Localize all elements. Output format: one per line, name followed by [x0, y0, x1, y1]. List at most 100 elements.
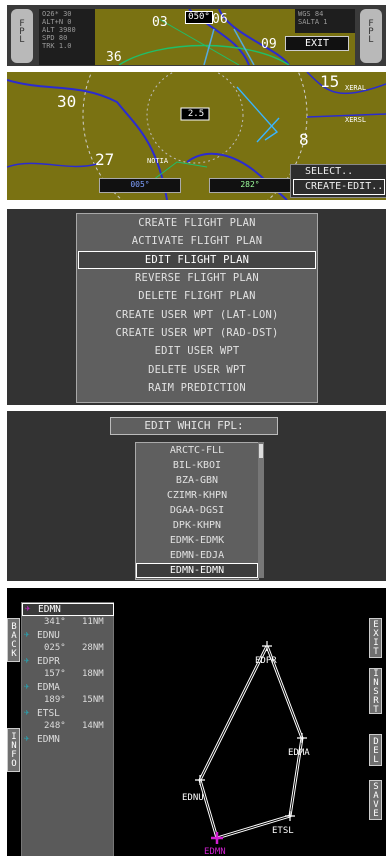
fpl-item[interactable]: ARCTC-FLL [136, 443, 258, 458]
route-editor: BACK INFO EXIT INSRT DEL SAVE ✈ EDMN 341… [7, 588, 386, 856]
menu-select[interactable]: SELECT.. [291, 165, 386, 179]
route-waypoint[interactable]: ✈ EDMN [22, 603, 114, 616]
route-label-edma: EDMA [288, 748, 310, 758]
fpl-select-panel: EDIT WHICH FPL: ARCTC-FLL BIL-KBOI BZA-G… [7, 411, 386, 581]
right-knob[interactable]: FPL [360, 9, 382, 63]
info-line: TRK 1.0 [42, 42, 72, 50]
route-map[interactable]: EDPR EDMA EDNU ETSL EDMN [112, 588, 372, 856]
heading-indicator: 050° [185, 11, 213, 24]
compass-label: 03 [152, 15, 168, 30]
route-leg: 248° 14NM [22, 720, 113, 733]
info-line: ALT 3980 [42, 26, 76, 34]
menu-create-edit[interactable]: CREATE-EDIT.. [293, 179, 385, 195]
fpl-item[interactable]: CZIMR-KHPN [136, 488, 258, 503]
leg-distance: 14NM [82, 721, 104, 731]
exit-button[interactable]: EXIT [285, 36, 349, 51]
map-menu: SELECT.. CREATE-EDIT.. [290, 164, 386, 198]
compass-label: 06 [212, 12, 228, 27]
moving-map-strip: FPL FPL O26* 30 ALT+N 0 ALT 3980 SPD 80 … [7, 5, 386, 66]
fpl-item[interactable]: EDMK-EDMK [136, 533, 258, 548]
compass-label: 36 [106, 50, 122, 65]
route-label-ednu: EDNU [182, 793, 204, 803]
waypoint-label: XERSL [345, 116, 367, 124]
menu-create-flight-plan[interactable]: CREATE FLIGHT PLAN [77, 214, 317, 232]
fpl-list: ARCTC-FLL BIL-KBOI BZA-GBN CZIMR-KHPN DG… [135, 442, 259, 580]
bearing-left-box: 005° [99, 178, 181, 193]
scrollbar-thumb[interactable] [259, 444, 263, 458]
fpl-item[interactable]: DGAA-DGSI [136, 503, 258, 518]
route-waypoint[interactable]: ✈ EDMN [22, 733, 113, 746]
waypoint-label: NOTIA [147, 157, 169, 165]
waypoint-icon: ✈ [24, 682, 30, 692]
compass-label: 8 [299, 130, 309, 149]
right-knob-label: FPL [366, 19, 376, 43]
menu-raim-prediction[interactable]: RAIM PREDICTION [77, 379, 317, 397]
route-waypoint[interactable]: ✈ ETSL [22, 707, 113, 720]
menu-activate-flight-plan[interactable]: ACTIVATE FLIGHT PLAN [77, 232, 317, 250]
waypoint-icon: ✈ [24, 656, 30, 666]
route-leg: 157° 18NM [22, 668, 113, 681]
info-line: SPD 80 [42, 34, 68, 42]
route-label-edpr: EDPR [255, 656, 277, 666]
fpl-scrollbar[interactable] [258, 442, 264, 578]
fpl-select-title: EDIT WHICH FPL: [110, 417, 278, 435]
info-line: ALT+N 0 [42, 18, 72, 26]
leg-bearing: 248° [44, 721, 66, 731]
waypoint-name: EDMN [37, 734, 60, 745]
route-waypoint-list: ✈ EDMN 341° 11NM ✈ EDNU 025° 28NM ✈ EDPR… [21, 602, 114, 856]
info-line: SALTA 1 [298, 18, 328, 26]
menu-create-user-wpt-raddst[interactable]: CREATE USER WPT (RAD-DST) [77, 324, 317, 342]
route-waypoint[interactable]: ✈ EDNU [22, 629, 113, 642]
leg-bearing: 025° [44, 643, 66, 653]
waypoint-name: EDNU [37, 630, 60, 641]
compass-label: 09 [261, 37, 277, 52]
route-leg: 025° 28NM [22, 642, 113, 655]
leg-distance: 28NM [82, 643, 104, 653]
compass-label: 30 [57, 92, 77, 111]
flight-info-left: O26* 30 ALT+N 0 ALT 3980 SPD 80 TRK 1.0 [39, 9, 95, 65]
left-knob-label: FPL [17, 19, 27, 43]
waypoint-icon: ✈ [24, 734, 30, 744]
left-knob[interactable]: FPL [11, 9, 33, 63]
route-waypoint[interactable]: ✈ EDPR [22, 655, 113, 668]
menu-delete-flight-plan[interactable]: DELETE FLIGHT PLAN [77, 287, 317, 305]
leg-bearing: 341° [44, 617, 66, 627]
menu-delete-user-wpt[interactable]: DELETE USER WPT [77, 361, 317, 379]
menu-reverse-flight-plan[interactable]: REVERSE FLIGHT PLAN [77, 269, 317, 287]
waypoint-name: EDMN [38, 604, 61, 615]
route-leg: 189° 15NM [22, 694, 113, 707]
waypoint-label: XERAL [345, 84, 367, 92]
flight-plan-menu-panel: CREATE FLIGHT PLAN ACTIVATE FLIGHT PLAN … [7, 209, 386, 405]
info-button[interactable]: INFO [7, 728, 20, 772]
flight-plan-menu: CREATE FLIGHT PLAN ACTIVATE FLIGHT PLAN … [76, 213, 318, 403]
menu-create-user-wpt-latlon[interactable]: CREATE USER WPT (LAT-LON) [77, 306, 317, 324]
fpl-item[interactable]: BIL-KBOI [136, 458, 258, 473]
center-range: 2.5 [187, 109, 205, 119]
leg-distance: 11NM [82, 617, 104, 627]
waypoint-icon: ✈ [24, 708, 30, 718]
waypoint-icon: ✈ [24, 630, 30, 640]
fpl-item-selected[interactable]: EDMN-EDMN [136, 563, 258, 578]
menu-edit-user-wpt[interactable]: EDIT USER WPT [77, 342, 317, 360]
menu-edit-flight-plan[interactable]: EDIT FLIGHT PLAN [78, 250, 316, 269]
route-label-edmn: EDMN [204, 847, 226, 856]
route-label-etsl: ETSL [272, 826, 294, 836]
fpl-item[interactable]: BZA-GBN [136, 473, 258, 488]
waypoint-name: EDPR [37, 656, 60, 667]
leg-bearing: 157° [44, 669, 66, 679]
compass-label: 15 [320, 72, 340, 91]
info-line: WGS 84 [298, 10, 324, 18]
leg-distance: 15NM [82, 695, 104, 705]
waypoint-name: EDMA [37, 682, 60, 693]
fpl-item[interactable]: EDMN-EDJA [136, 548, 258, 563]
route-waypoint[interactable]: ✈ EDMA [22, 681, 113, 694]
waypoint-name: ETSL [37, 708, 60, 719]
flight-info-right: WGS 84 SALTA 1 [295, 9, 355, 33]
compass-label: 27 [95, 150, 115, 169]
moving-map[interactable]: 30 27 15 8 2.5 XERAL XERSL NOTIA 005° 28… [7, 72, 386, 200]
back-button[interactable]: BACK [7, 618, 20, 662]
info-line: O26* 30 [42, 10, 72, 18]
waypoint-icon: ✈ [25, 604, 31, 614]
bearing-right-box: 282° [209, 178, 291, 193]
fpl-item[interactable]: DPK-KHPN [136, 518, 258, 533]
